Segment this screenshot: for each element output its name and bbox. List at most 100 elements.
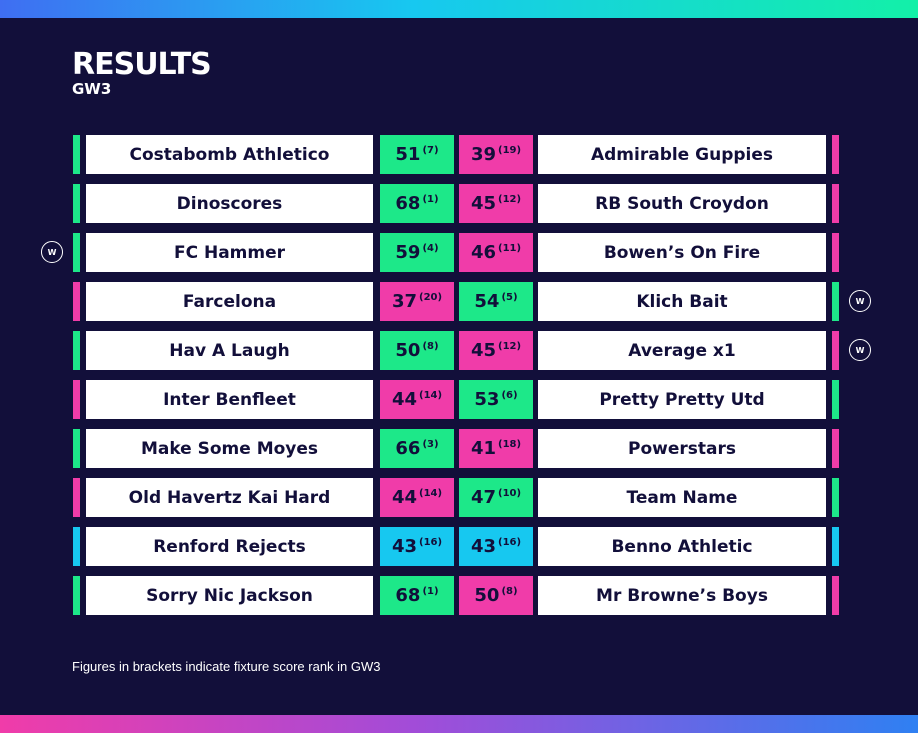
away-score-rank: (8) [501, 586, 518, 597]
home-score-box: 68 (1) [380, 184, 454, 223]
home-score: 44 [391, 487, 417, 508]
away-score-rank: (19) [498, 145, 522, 156]
home-score-box: 51 (7) [380, 135, 454, 174]
home-score-box: 68 (1) [380, 576, 454, 615]
away-score: 53 [474, 389, 500, 410]
win-badge-icon: W [849, 339, 871, 361]
away-score: 45 [470, 340, 496, 361]
fixture-row: Dinoscores 68 (1) 45 (12) RB South Croydon [0, 184, 918, 223]
away-team-name: Average x1 [538, 331, 826, 370]
home-team-name: Old Havertz Kai Hard [86, 478, 373, 517]
fixture-row: Sorry Nic Jackson 68 (1) 50 (8) Mr Browne’s B… [0, 576, 918, 615]
results-table: Costabomb Athletico 51 (7) 39 (19) Admirable … [0, 135, 918, 625]
away-score: 47 [470, 487, 496, 508]
away-score-rank: (5) [501, 292, 518, 303]
away-score: 43 [470, 536, 496, 557]
top-gradient-bar [0, 0, 918, 18]
fixture-row: Hav A Laugh 50 (8) 45 (12) Average x1 W [0, 331, 918, 370]
home-score: 68 [395, 585, 421, 606]
home-result-stripe [73, 527, 80, 566]
away-score-box: 50 (8) [459, 576, 533, 615]
home-score: 66 [395, 438, 421, 459]
home-result-stripe [73, 380, 80, 419]
away-score-box: 45 (12) [459, 331, 533, 370]
home-team-name: Costabomb Athletico [86, 135, 373, 174]
home-result-stripe [73, 576, 80, 615]
home-result-stripe [73, 233, 80, 272]
home-score: 37 [391, 291, 417, 312]
away-result-stripe [832, 576, 839, 615]
fixture-row: Make Some Moyes 66 (3) 41 (18) Powerstars [0, 429, 918, 468]
away-result-stripe [832, 527, 839, 566]
away-team-name: Benno Athletic [538, 527, 826, 566]
fixture-row: Costabomb Athletico 51 (7) 39 (19) Admirable … [0, 135, 918, 174]
home-result-stripe [73, 184, 80, 223]
away-result-stripe [832, 233, 839, 272]
home-score-rank: (20) [419, 292, 443, 303]
away-score: 50 [474, 585, 500, 606]
away-score: 54 [474, 291, 500, 312]
away-result-stripe [832, 478, 839, 517]
home-result-stripe [73, 429, 80, 468]
home-team-name: FC Hammer [86, 233, 373, 272]
home-score-box: 43 (16) [380, 527, 454, 566]
home-score-box: 44 (14) [380, 380, 454, 419]
away-score-box: 39 (19) [459, 135, 533, 174]
away-score-box: 43 (16) [459, 527, 533, 566]
away-result-stripe [832, 184, 839, 223]
footnote: Figures in brackets indicate fixture sco… [72, 659, 381, 674]
away-team-name: Powerstars [538, 429, 826, 468]
home-score-rank: (4) [422, 243, 439, 254]
home-score-rank: (14) [419, 390, 443, 401]
home-team-name: Inter Benfleet [86, 380, 373, 419]
page-title: RESULTS [72, 47, 212, 82]
home-score-box: 50 (8) [380, 331, 454, 370]
home-team-name: Farcelona [86, 282, 373, 321]
away-team-name: Bowen’s On Fire [538, 233, 826, 272]
home-score-rank: (14) [419, 488, 443, 499]
home-score-rank: (16) [419, 537, 443, 548]
away-score-box: 46 (11) [459, 233, 533, 272]
away-score-rank: (10) [498, 488, 522, 499]
away-score: 39 [470, 144, 496, 165]
away-score-rank: (16) [498, 537, 522, 548]
home-result-stripe [73, 331, 80, 370]
home-score-rank: (3) [422, 439, 439, 450]
home-score: 51 [395, 144, 421, 165]
away-score-rank: (18) [498, 439, 522, 450]
away-score-box: 53 (6) [459, 380, 533, 419]
home-score-rank: (7) [422, 145, 439, 156]
home-team-name: Dinoscores [86, 184, 373, 223]
away-team-name: Admirable Guppies [538, 135, 826, 174]
win-badge-icon: W [849, 290, 871, 312]
away-score: 46 [470, 242, 496, 263]
away-score-rank: (12) [498, 341, 522, 352]
away-score-box: 47 (10) [459, 478, 533, 517]
fixture-row: Renford Rejects 43 (16) 43 (16) Benno Athleti… [0, 527, 918, 566]
page-subtitle: GW3 [72, 80, 112, 98]
away-team-name: Team Name [538, 478, 826, 517]
home-score: 50 [395, 340, 421, 361]
home-score-rank: (1) [422, 194, 439, 205]
home-score: 59 [395, 242, 421, 263]
home-result-stripe [73, 135, 80, 174]
away-score-box: 45 (12) [459, 184, 533, 223]
home-score: 68 [395, 193, 421, 214]
away-score: 45 [470, 193, 496, 214]
fixture-row: W FC Hammer 59 (4) 46 (11) Bowen’s On Fire [0, 233, 918, 272]
win-badge-icon: W [41, 241, 63, 263]
home-score: 43 [391, 536, 417, 557]
home-result-stripe [73, 478, 80, 517]
home-score-box: 66 (3) [380, 429, 454, 468]
home-score-rank: (1) [422, 586, 439, 597]
home-result-stripe [73, 282, 80, 321]
away-result-stripe [832, 380, 839, 419]
home-score-box: 37 (20) [380, 282, 454, 321]
home-team-name: Renford Rejects [86, 527, 373, 566]
away-score-rank: (12) [498, 194, 522, 205]
fixture-row: Farcelona 37 (20) 54 (5) Klich Bait W [0, 282, 918, 321]
away-score-box: 54 (5) [459, 282, 533, 321]
home-score-box: 59 (4) [380, 233, 454, 272]
away-team-name: RB South Croydon [538, 184, 826, 223]
home-team-name: Make Some Moyes [86, 429, 373, 468]
